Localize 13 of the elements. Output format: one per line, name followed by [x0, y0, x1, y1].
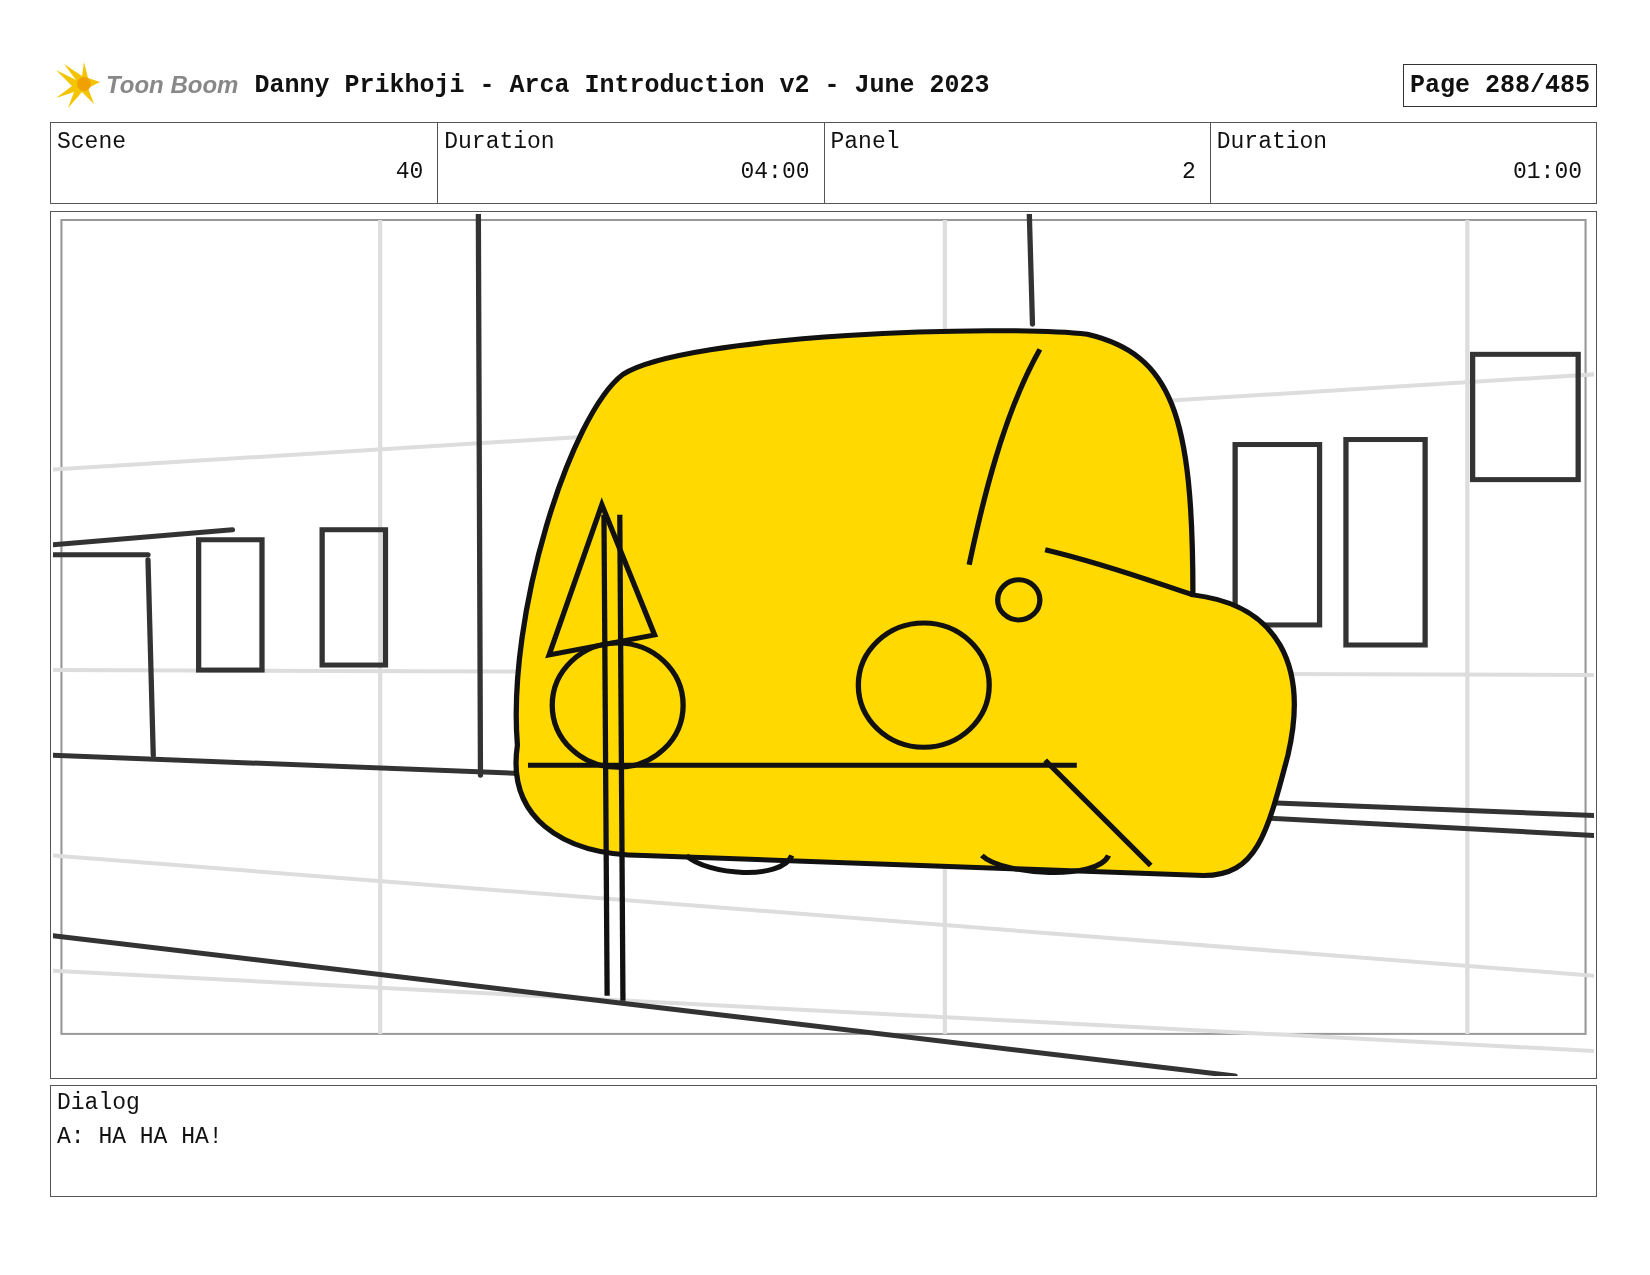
storyboard-title: Danny Prikhoji - Arca Introduction v2 - June 2023 [254, 70, 991, 100]
field-label: Scene [57, 129, 127, 155]
dialog-label: Dialog [57, 1090, 140, 1116]
field-value: 01:00 [1512, 159, 1582, 185]
field-value: 04:00 [739, 159, 810, 185]
field-label: Panel [830, 129, 901, 155]
page-number: Page 288/485 [1402, 63, 1597, 107]
field-value: 2 [1180, 159, 1196, 185]
logo-text: Toon Boom [106, 71, 239, 99]
dialog-text: A: HA HA HA! [57, 1124, 223, 1150]
field-label: Duration [444, 129, 556, 155]
field-label: Duration [1216, 129, 1329, 155]
field-value: 40 [394, 159, 424, 185]
